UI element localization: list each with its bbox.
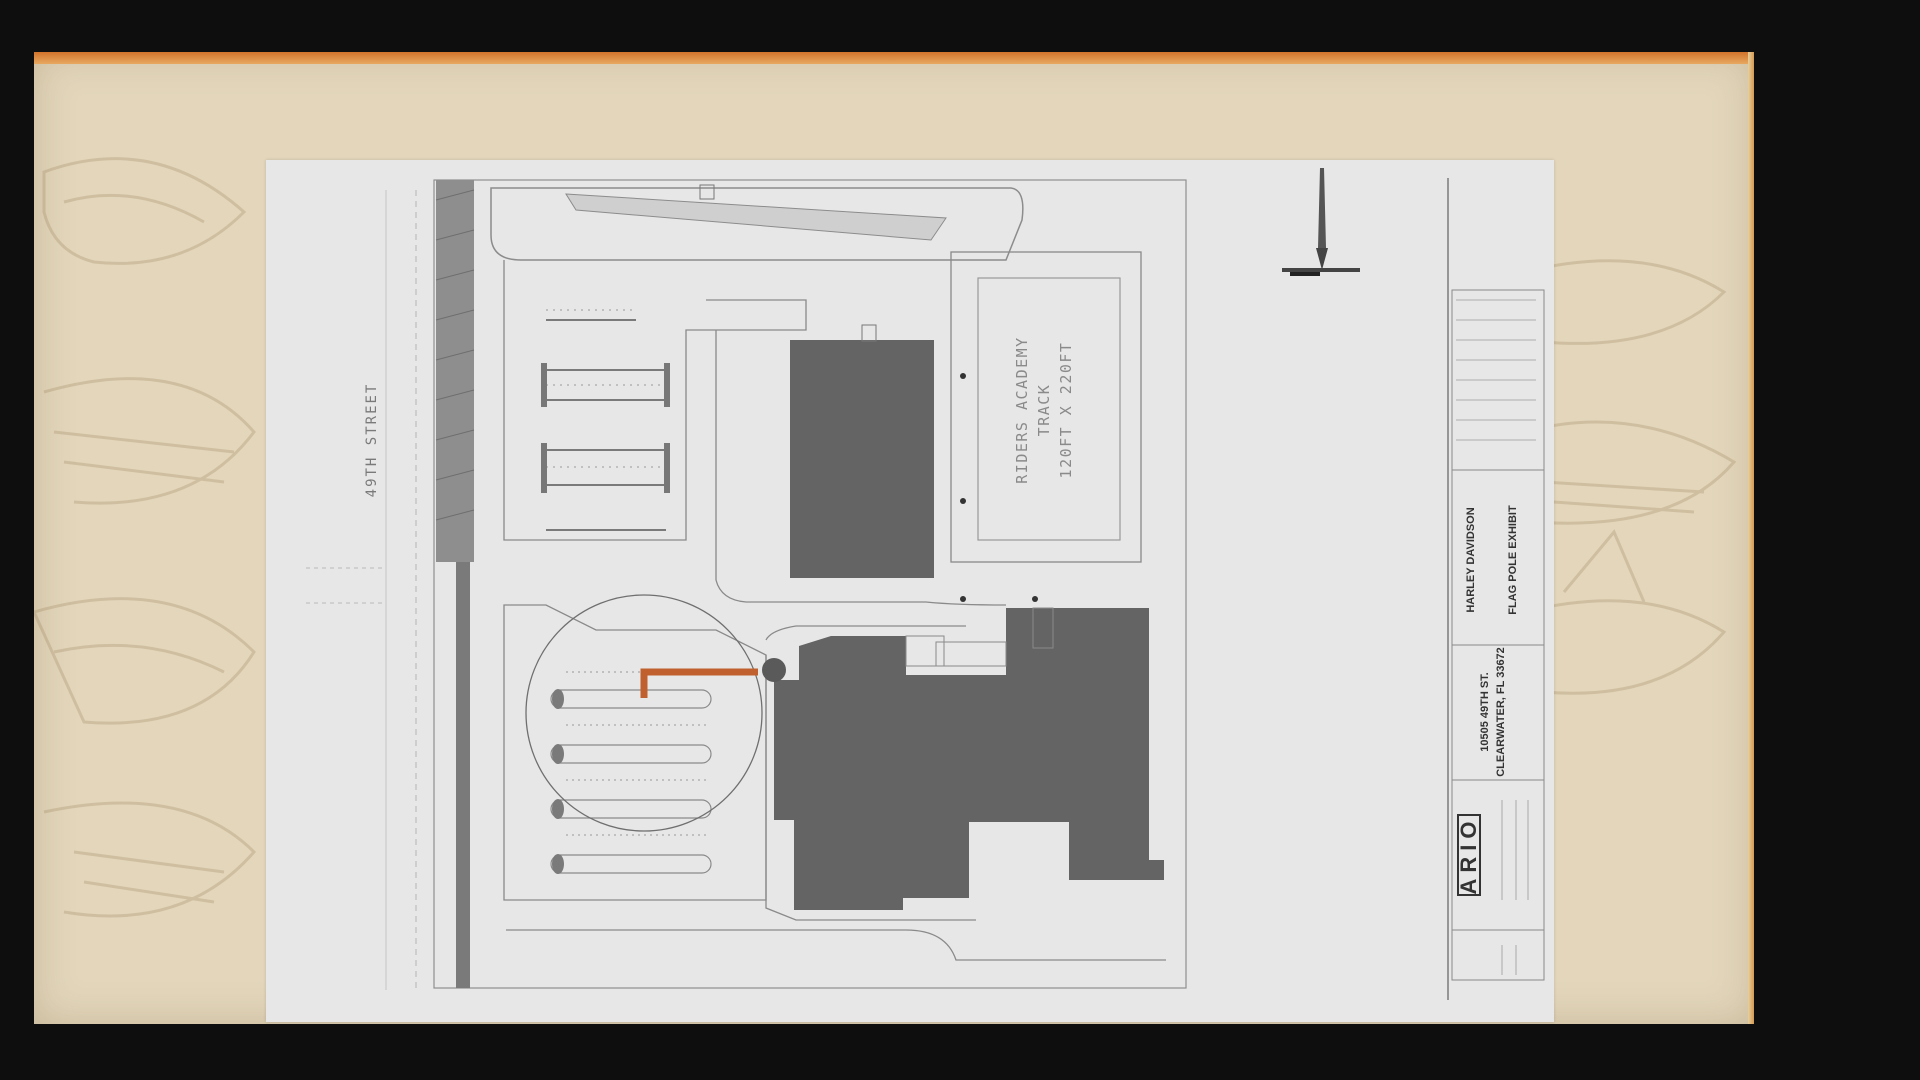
site-plan-drawing: 49TH STREET RIDERS ACADEMY TRACK 120FT X… [306, 168, 1545, 1000]
svg-text:RIDERS ACADEMY: RIDERS ACADEMY [1013, 336, 1031, 483]
site-plan-sheet: 49TH STREET RIDERS ACADEMY TRACK 120FT X… [266, 160, 1554, 1022]
landscape-island-top [565, 193, 947, 241]
firm-logo: ARIO [1456, 816, 1481, 895]
presentation-slide: 49TH STREET RIDERS ACADEMY TRACK 120FT X… [34, 52, 1754, 1024]
svg-text:TRACK: TRACK [1035, 384, 1053, 437]
title-address-line1: 10505 49TH ST. [1479, 672, 1491, 752]
upper-parking-rows [546, 319, 666, 531]
title-block: HARLEY DAVIDSON FLAG POLE EXHIBIT 10505 … [1447, 178, 1545, 1000]
title-company: HARLEY DAVIDSON [1465, 507, 1477, 612]
building-upper [790, 340, 934, 578]
title-project: FLAG POLE EXHIBIT [1507, 505, 1519, 615]
flag-pole-path-highlight [640, 668, 758, 698]
street-label: 49TH STREET [364, 383, 380, 498]
street-hatch-upper [436, 180, 474, 562]
flag-pole-marker [762, 658, 786, 682]
slide-accent-bar [34, 52, 1754, 64]
title-address-line2: CLEARWATER, FL 33672 [1495, 647, 1507, 777]
building-main [774, 608, 1164, 910]
slide-edge-bar [1748, 52, 1754, 1024]
fish-watermark-icon [34, 157, 257, 918]
track-label: RIDERS ACADEMY TRACK 120FT X 220FT [1013, 336, 1075, 483]
fish-watermark-right-icon [1524, 259, 1737, 695]
street-curb-lower [456, 562, 470, 988]
svg-text:120FT X 220FT: 120FT X 220FT [1057, 342, 1075, 479]
lower-parking-rows [550, 689, 712, 874]
lower-parking-lot [503, 604, 767, 901]
north-arrow-icon [1282, 168, 1360, 276]
